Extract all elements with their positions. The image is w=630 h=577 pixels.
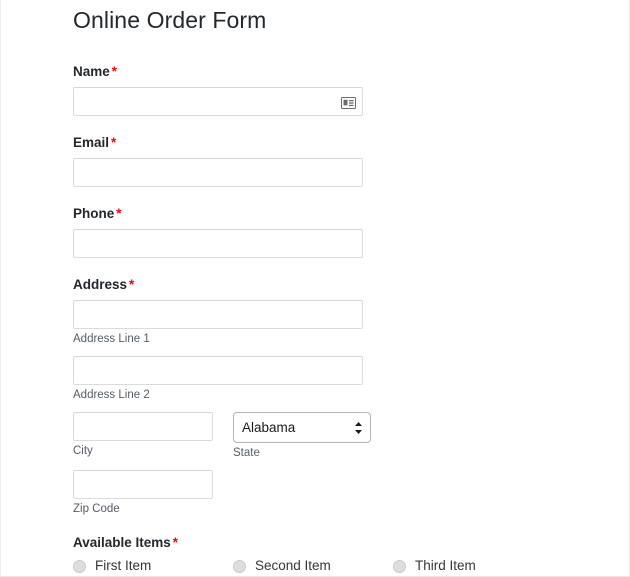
phone-input[interactable] bbox=[73, 229, 363, 258]
city-input[interactable] bbox=[73, 412, 213, 441]
radio-option-third-item[interactable]: Third Item bbox=[393, 558, 476, 574]
name-label: Name * bbox=[73, 64, 118, 79]
radio-icon[interactable] bbox=[233, 559, 246, 573]
city-group: City bbox=[73, 412, 213, 458]
city-state-row: City Alabama State bbox=[73, 412, 593, 460]
email-input[interactable] bbox=[73, 158, 363, 187]
address-line2-input[interactable] bbox=[73, 356, 363, 385]
form-page: Online Order Form Name * Email * Phone *… bbox=[0, 0, 630, 577]
address-line1-sublabel: Address Line 1 bbox=[73, 333, 150, 345]
page-title: Online Order Form bbox=[73, 7, 267, 33]
state-select-wrapper: Alabama bbox=[233, 412, 371, 443]
required-marker: * bbox=[111, 135, 117, 150]
field-email: Email * bbox=[73, 135, 593, 187]
required-marker: * bbox=[111, 64, 118, 79]
radio-label: Second Item bbox=[255, 558, 331, 573]
phone-label: Phone * bbox=[73, 206, 122, 221]
radio-option-second-item[interactable]: Second Item bbox=[233, 558, 393, 574]
radio-icon[interactable] bbox=[393, 559, 406, 573]
available-items-options: First Item Second Item Third Item bbox=[73, 558, 593, 574]
available-items-label: Available Items * bbox=[73, 535, 179, 550]
radio-option-first-item[interactable]: First Item bbox=[73, 558, 233, 574]
state-sublabel: State bbox=[233, 447, 260, 459]
required-marker: * bbox=[172, 535, 179, 550]
radio-label: Third Item bbox=[415, 558, 476, 573]
zip-group: Zip Code bbox=[73, 470, 593, 516]
required-marker: * bbox=[116, 206, 122, 221]
name-input[interactable] bbox=[73, 87, 363, 116]
field-available-items: Available Items * First Item Second Item … bbox=[73, 535, 593, 574]
zip-code-input[interactable] bbox=[73, 470, 213, 499]
city-sublabel: City bbox=[73, 445, 93, 457]
name-input-wrapper bbox=[73, 87, 363, 116]
required-marker: * bbox=[129, 277, 135, 292]
field-phone: Phone * bbox=[73, 206, 593, 258]
address-line1-input[interactable] bbox=[73, 300, 363, 329]
address-line2-sublabel: Address Line 2 bbox=[73, 389, 150, 401]
state-group: Alabama State bbox=[233, 412, 371, 460]
address-label: Address * bbox=[73, 277, 135, 292]
field-address: Address * Address Line 1 Address Line 2 C… bbox=[73, 277, 593, 516]
online-order-form: Online Order Form Name * Email * Phone *… bbox=[73, 0, 593, 576]
state-select[interactable]: Alabama bbox=[233, 412, 371, 443]
field-name: Name * bbox=[73, 64, 593, 116]
radio-label: First Item bbox=[95, 558, 152, 573]
radio-icon[interactable] bbox=[73, 559, 86, 573]
zip-code-sublabel: Zip Code bbox=[73, 503, 120, 515]
email-label: Email * bbox=[73, 135, 117, 150]
